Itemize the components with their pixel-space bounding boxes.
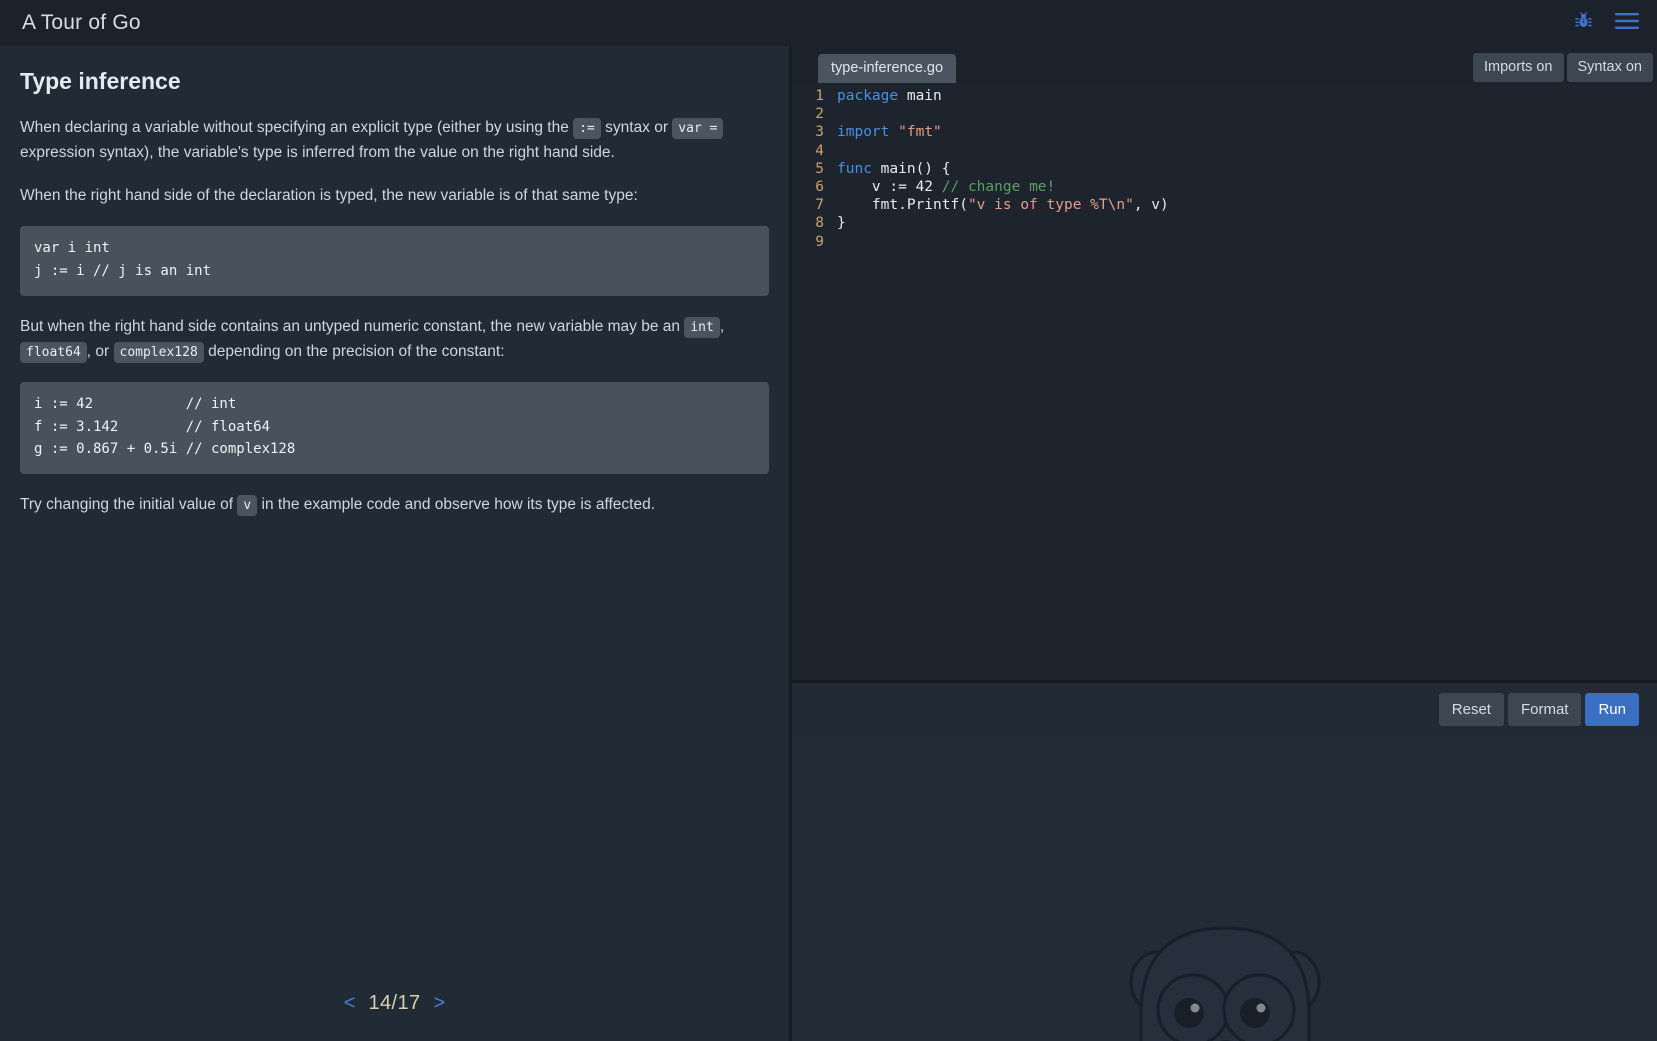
code-token: main() {	[872, 161, 951, 177]
page-title: Type inference	[20, 68, 769, 95]
paragraph-text: , or	[87, 343, 114, 360]
line-number: 4	[792, 142, 824, 160]
code-line: fmt.Printf("v is of type %T\n", v)	[837, 196, 1657, 214]
code-line	[837, 142, 1657, 160]
format-button[interactable]: Format	[1508, 693, 1582, 726]
paragraph-text: But when the right hand side contains an…	[20, 318, 684, 335]
editor-action-bar: Reset Format Run	[792, 680, 1657, 736]
inline-code-complex128: complex128	[114, 342, 204, 363]
inline-code-int: int	[684, 317, 719, 338]
inline-code-v: v	[237, 495, 257, 516]
page-counter: 14/17	[368, 992, 420, 1015]
line-number: 2	[792, 105, 824, 123]
code-line: }	[837, 214, 1657, 232]
inline-code-colon-equals: :=	[573, 118, 601, 139]
code-token: fmt.Printf(	[837, 197, 968, 213]
line-number-gutter: 123456789	[792, 87, 824, 680]
topbar-actions	[1574, 11, 1639, 35]
line-number: 5	[792, 160, 824, 178]
line-number: 7	[792, 196, 824, 214]
code-line	[837, 105, 1657, 123]
line-number: 3	[792, 123, 824, 141]
line-number: 6	[792, 178, 824, 196]
paragraph-text: Try changing the initial value of	[20, 496, 237, 513]
paragraph-text: expression syntax), the variable's type …	[20, 144, 615, 161]
playground-pane: type-inference.go Imports on Syntax on 1…	[789, 46, 1657, 1041]
paragraph-text: depending on the precision of the consta…	[204, 343, 505, 360]
lesson-paragraph-4: Try changing the initial value of v in t…	[20, 492, 769, 517]
code-line: func main() {	[837, 160, 1657, 178]
line-number: 1	[792, 87, 824, 105]
paragraph-text: in the example code and observe how its …	[257, 496, 655, 513]
lesson-pane: Type inference When declaring a variable…	[0, 46, 789, 1041]
code-token: }	[837, 215, 846, 231]
code-token: package	[837, 88, 898, 104]
code-token: func	[837, 161, 872, 177]
inline-code-var-equals: var =	[672, 118, 723, 139]
line-number: 8	[792, 214, 824, 232]
code-line: v := 42 // change me!	[837, 178, 1657, 196]
inline-code-float64: float64	[20, 342, 87, 363]
syntax-toggle-button[interactable]: Syntax on	[1567, 53, 1654, 82]
code-token: "fmt"	[898, 124, 942, 140]
code-token: import	[837, 124, 889, 140]
code-token: main	[898, 88, 942, 104]
code-token	[889, 124, 898, 140]
file-tab-type-inference-go[interactable]: type-inference.go	[818, 54, 956, 83]
code-block-1: var i int j := i // j is an int	[20, 226, 769, 295]
line-number: 9	[792, 233, 824, 251]
code-token: // change me!	[942, 179, 1056, 195]
editor-toggles: Imports on Syntax on	[1473, 53, 1653, 83]
paragraph-text: syntax or	[601, 119, 673, 136]
paragraph-text: ,	[720, 318, 724, 335]
code-line	[837, 233, 1657, 251]
code-token: v := 42	[837, 179, 942, 195]
hamburger-menu-icon[interactable]	[1615, 12, 1639, 35]
code-block-2: i := 42 // int f := 3.142 // float64 g :…	[20, 382, 769, 474]
code-token: "v is of type %T\n"	[968, 197, 1134, 213]
output-panel	[792, 736, 1657, 1041]
lesson-paragraph-2: When the right hand side of the declarat…	[20, 183, 769, 208]
reset-button[interactable]: Reset	[1439, 693, 1504, 726]
code-text-area[interactable]: package main import "fmt" func main() { …	[824, 87, 1657, 680]
paragraph-text: When declaring a variable without specif…	[20, 119, 573, 136]
editor-tab-strip: type-inference.go Imports on Syntax on	[792, 46, 1657, 83]
go-gopher-mascot-icon	[1127, 910, 1323, 1041]
code-editor[interactable]: 123456789 package main import "fmt" func…	[792, 83, 1657, 680]
top-bar: A Tour of Go	[0, 0, 1657, 46]
code-line: package main	[837, 87, 1657, 105]
bug-icon[interactable]	[1574, 11, 1593, 35]
lesson-paragraph-1: When declaring a variable without specif…	[20, 115, 769, 165]
pagination: < 14/17 >	[0, 992, 789, 1015]
run-button[interactable]: Run	[1585, 693, 1639, 726]
code-token: , v)	[1134, 197, 1169, 213]
prev-page-button[interactable]: <	[344, 992, 356, 1015]
main-split: Type inference When declaring a variable…	[0, 46, 1657, 1041]
lesson-paragraph-3: But when the right hand side contains an…	[20, 314, 769, 364]
app-title: A Tour of Go	[22, 11, 141, 35]
next-page-button[interactable]: >	[434, 992, 446, 1015]
code-line: import "fmt"	[837, 123, 1657, 141]
imports-toggle-button[interactable]: Imports on	[1473, 53, 1564, 82]
